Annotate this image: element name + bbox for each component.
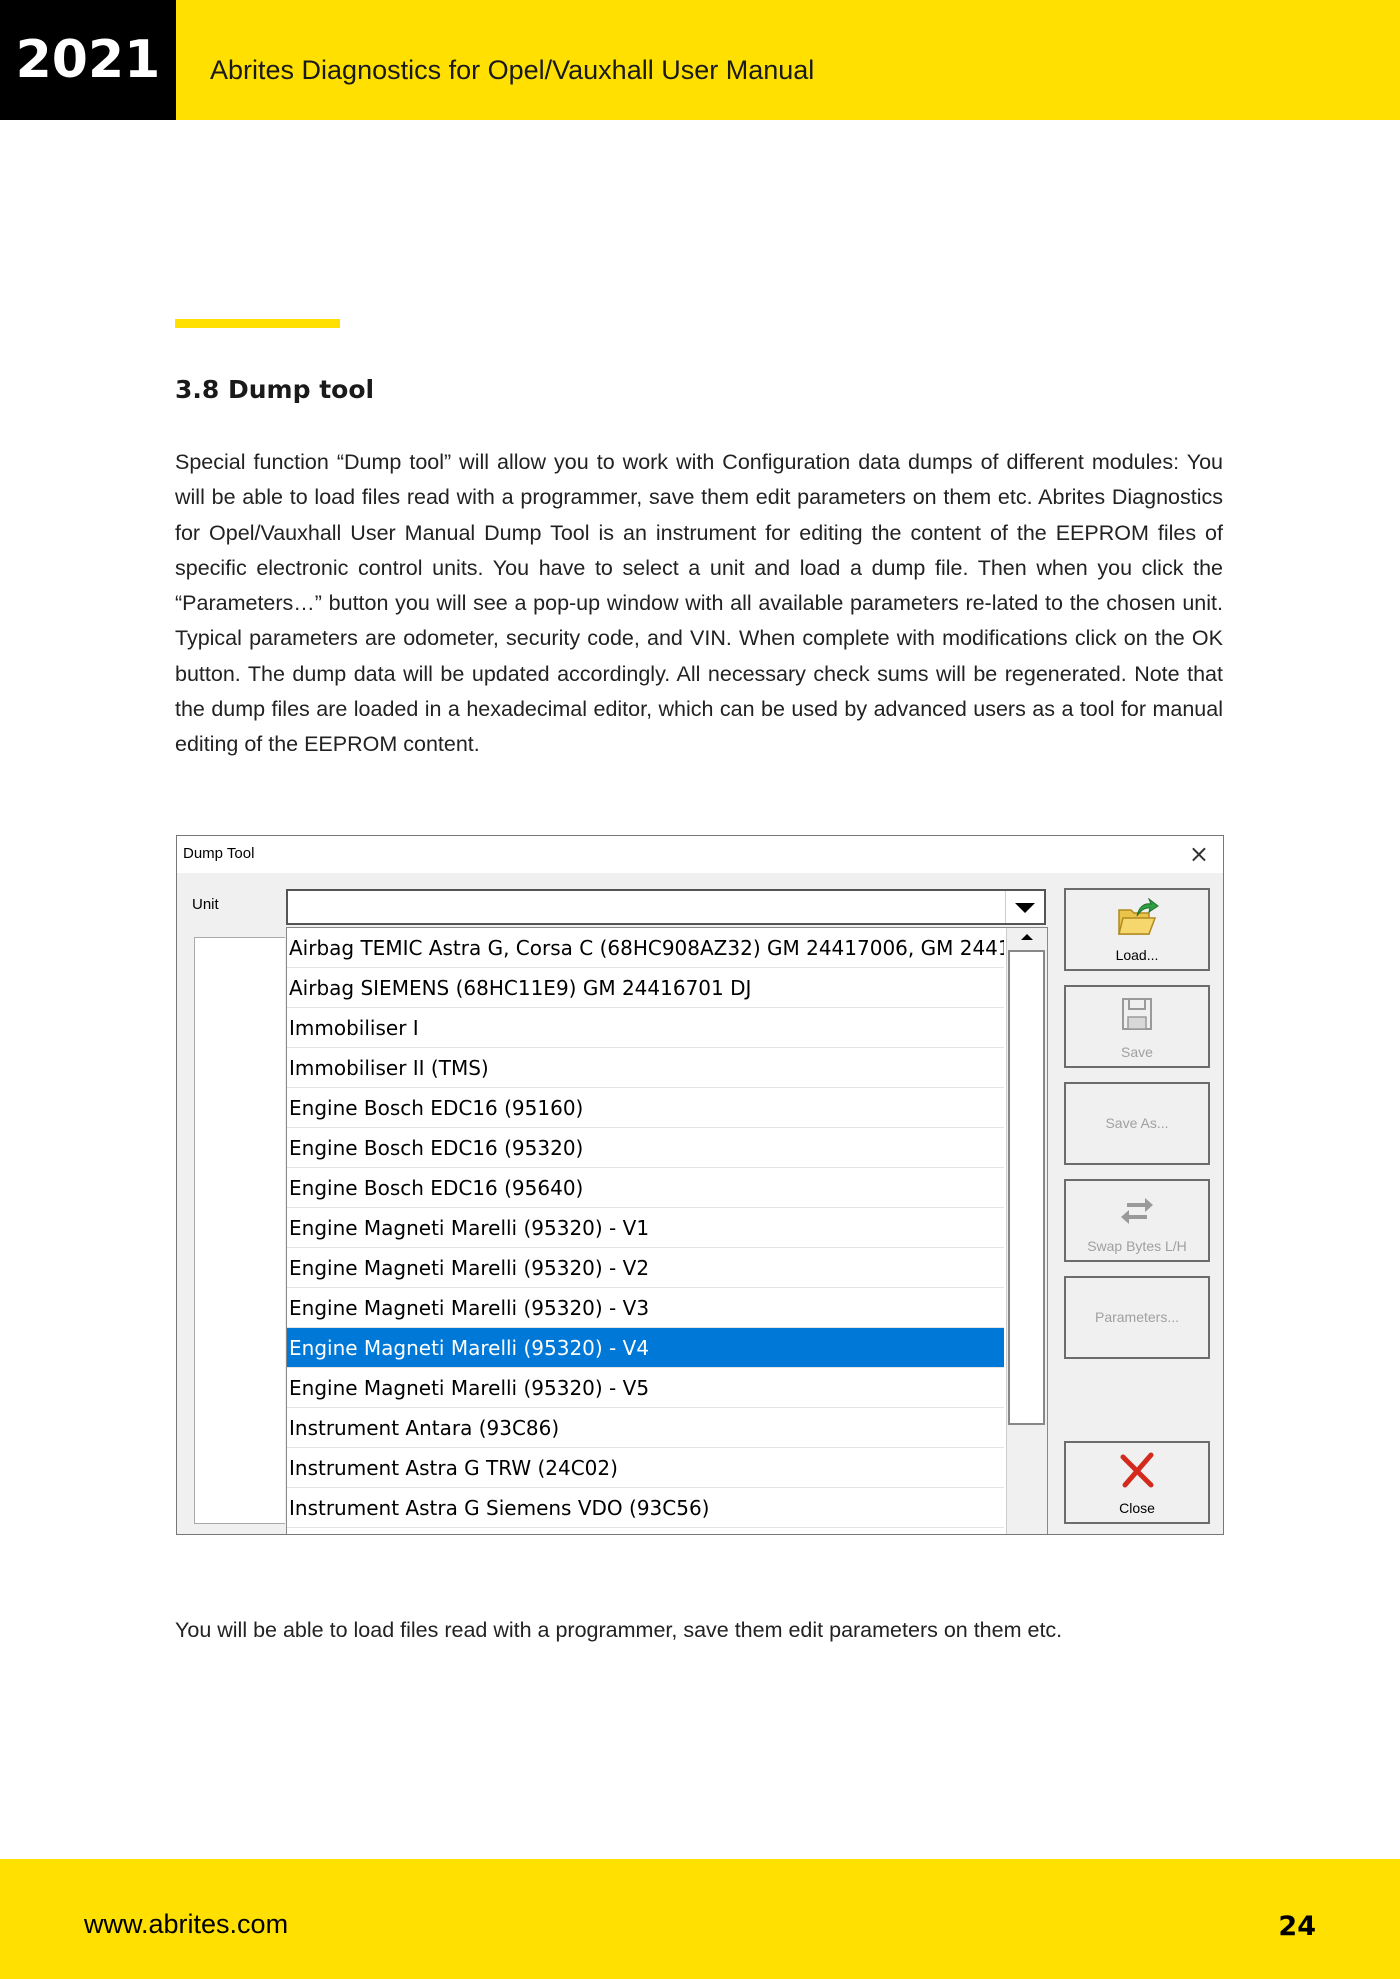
load-button-label: Load...	[1115, 947, 1159, 963]
page-header: 2021 Abrites Diagnostics for Opel/Vauxha…	[0, 0, 1400, 120]
unit-option[interactable]: Engine Magneti Marelli (95320) - V5	[287, 1368, 1004, 1408]
bottom-paragraph: You will be able to load files read with…	[175, 1618, 1063, 1642]
save-button-label: Save	[1121, 1044, 1153, 1060]
save-button[interactable]: Save	[1064, 985, 1210, 1068]
unit-option[interactable]: Instrument Astra G TRW (24C02)	[287, 1448, 1004, 1488]
page-footer: www.abrites.com 24	[0, 1859, 1400, 1979]
unit-option[interactable]: Instrument Astra G Siemens VDO (93C56)	[287, 1488, 1004, 1528]
scrollbar-thumb[interactable]	[1008, 950, 1045, 1425]
unit-select[interactable]	[286, 889, 1046, 925]
scroll-up-icon[interactable]	[1007, 928, 1047, 948]
folder-open-icon	[1118, 897, 1159, 935]
dialog-titlebar: Dump Tool ×	[177, 836, 1223, 873]
year-badge: 2021	[0, 0, 176, 120]
load-button[interactable]: Load...	[1064, 888, 1210, 971]
close-icon[interactable]: ×	[1189, 840, 1209, 868]
floppy-disk-icon	[1122, 998, 1152, 1030]
page-number: 24	[1278, 1911, 1316, 1942]
parameters-button-label: Parameters...	[1094, 1309, 1180, 1325]
unit-option[interactable]: Engine Magneti Marelli (95320) - V1	[287, 1208, 1004, 1248]
hex-editor-panel	[194, 937, 285, 1524]
unit-option[interactable]: Airbag TEMIC Astra G, Corsa C (68HC908AZ…	[287, 928, 1004, 968]
unit-option[interactable]: Engine Bosch EDC16 (95640)	[287, 1168, 1004, 1208]
unit-option[interactable]: Engine Bosch EDC16 (95160)	[287, 1088, 1004, 1128]
unit-option[interactable]: Instrument Antara (93C86)	[287, 1408, 1004, 1448]
close-button-label: Close	[1119, 1500, 1155, 1516]
unit-option[interactable]: Immobiliser II (TMS)	[287, 1048, 1004, 1088]
unit-option[interactable]: Engine Bosch EDC16 (95320)	[287, 1128, 1004, 1168]
dropdown-scrollbar[interactable]	[1006, 928, 1047, 1534]
unit-option[interactable]: Airbag SIEMENS (68HC11E9) GM 24416701 DJ	[287, 968, 1004, 1008]
section-body-text: Special function “Dump tool” will allow …	[175, 450, 1223, 757]
dump-tool-dialog: Dump Tool × Unit Airbag TEMIC Astra G, C…	[176, 835, 1224, 1535]
manual-title: Abrites Diagnostics for Opel/Vauxhall Us…	[210, 55, 815, 85]
swap-arrows-icon	[1121, 1198, 1153, 1224]
parameters-button[interactable]: Parameters...	[1064, 1276, 1210, 1359]
dialog-title: Dump Tool	[183, 845, 255, 862]
unit-option[interactable]: Engine Magneti Marelli (95320) - V3	[287, 1288, 1004, 1328]
section-accent-bar	[175, 319, 340, 328]
unit-dropdown-list: Airbag TEMIC Astra G, Corsa C (68HC908AZ…	[286, 927, 1048, 1534]
swap-bytes-button-label: Swap Bytes L/H	[1087, 1238, 1187, 1254]
unit-option[interactable]: Engine Magneti Marelli (95320) - V2	[287, 1248, 1004, 1288]
section-heading: 3.8 Dump tool	[175, 375, 375, 404]
save-as-button-label: Save As...	[1105, 1115, 1169, 1131]
unit-option[interactable]: Immobiliser I	[287, 1008, 1004, 1048]
unit-label: Unit	[192, 896, 219, 913]
swap-bytes-button[interactable]: Swap Bytes L/H	[1064, 1179, 1210, 1262]
footer-url[interactable]: www.abrites.com	[84, 1909, 288, 1940]
chevron-down-icon[interactable]	[1005, 891, 1044, 923]
red-x-icon	[1120, 1452, 1154, 1488]
unit-option[interactable]: Engine Magneti Marelli (95320) - V4	[287, 1328, 1004, 1368]
save-as-button[interactable]: Save As...	[1064, 1082, 1210, 1165]
close-button[interactable]: Close	[1064, 1441, 1210, 1524]
